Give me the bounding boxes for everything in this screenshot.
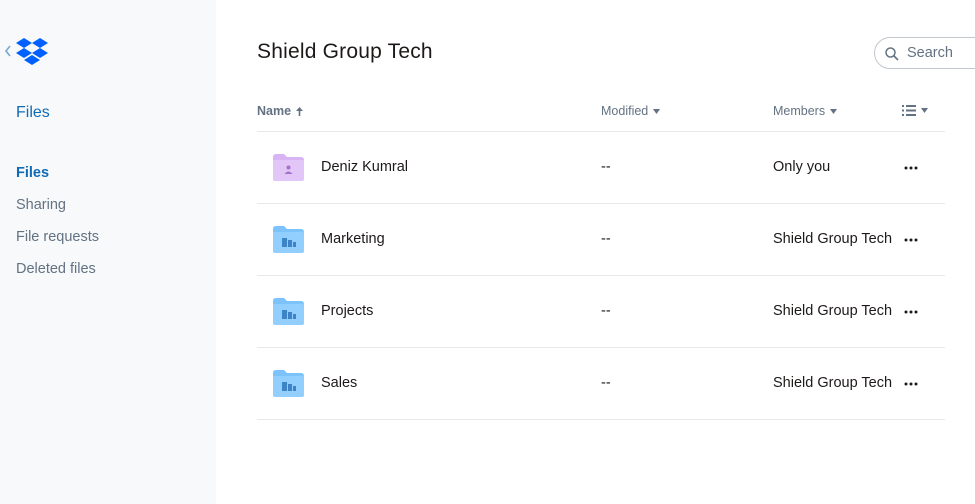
sidebar-item-deleted-files[interactable]: Deleted files [16,260,99,292]
file-modified: -- [601,159,611,175]
file-modified: -- [601,375,611,391]
file-name[interactable]: Deniz Kumral [321,159,408,175]
search-box[interactable] [874,37,975,69]
file-name[interactable]: Marketing [321,231,385,247]
sidebar-title[interactable]: Files [16,104,50,122]
list-view-icon [902,105,916,116]
table-row[interactable]: Projects -- Shield Group Tech [257,276,945,348]
table-row[interactable]: Marketing -- Shield Group Tech [257,204,945,276]
file-name[interactable]: Sales [321,375,357,391]
folder-team-icon [273,370,304,397]
folder-team-icon [273,298,304,325]
file-members: Shield Group Tech [773,303,893,319]
folder-personal-icon [273,154,304,181]
dropbox-logo[interactable] [16,38,48,66]
table-row[interactable]: Sales -- Shield Group Tech [257,348,945,420]
file-name[interactable]: Projects [321,303,373,319]
table-header: Name Modified Members [257,93,945,132]
file-members: Only you [773,159,831,175]
caret-down-icon [921,108,928,113]
caret-down-icon [830,108,838,114]
more-icon[interactable] [902,161,920,175]
column-header-members-label: Members [773,104,826,118]
sort-arrow-up-icon [296,106,304,116]
file-members: Shield Group Tech [773,375,893,391]
search-input[interactable] [907,44,975,62]
folder-team-icon [273,226,304,253]
column-header-modified-label: Modified [601,104,649,118]
file-modified: -- [601,231,611,247]
view-options-button[interactable] [902,105,928,116]
caret-down-icon [653,108,661,114]
more-icon[interactable] [902,377,920,391]
more-icon[interactable] [902,233,920,247]
column-header-members[interactable]: Members [773,104,838,118]
chevron-left-icon[interactable] [3,44,13,58]
sidebar-nav: Files Sharing File requests Deleted file… [16,164,99,292]
file-modified: -- [601,303,611,319]
search-icon [885,47,899,61]
sidebar: Files Files Sharing File requests Delete… [0,0,216,504]
table-row[interactable]: Deniz Kumral -- Only you [257,132,945,204]
file-members: Shield Group Tech [773,231,893,247]
column-header-name[interactable]: Name [257,104,304,118]
page-title: Shield Group Tech [257,40,433,63]
column-header-modified[interactable]: Modified [601,104,661,118]
column-header-name-label: Name [257,104,292,118]
sidebar-item-file-requests[interactable]: File requests [16,228,99,260]
more-icon[interactable] [902,305,920,319]
sidebar-item-sharing[interactable]: Sharing [16,196,99,228]
file-table: Name Modified Members Deniz Kumral -- On… [257,93,945,420]
sidebar-item-files[interactable]: Files [16,164,99,196]
